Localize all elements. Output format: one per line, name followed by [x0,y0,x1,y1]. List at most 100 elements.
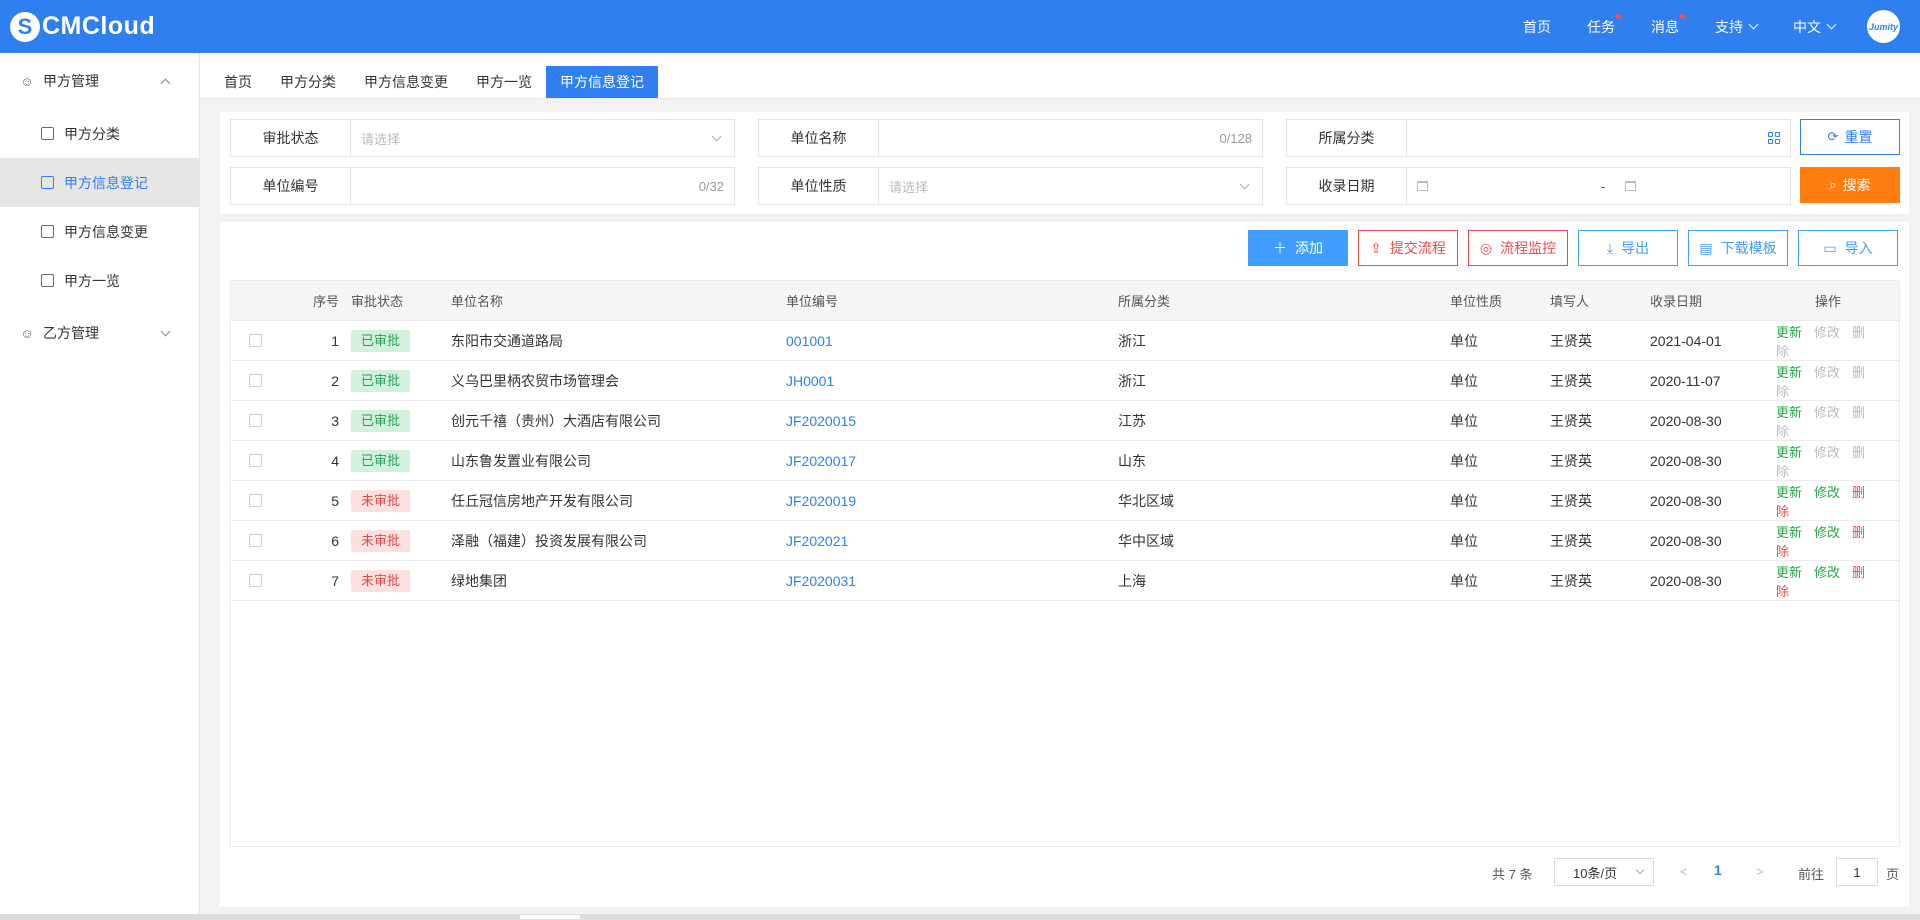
search-button[interactable]: ⌕ 搜索 [1800,167,1900,203]
name-input[interactable]: 0/128 [879,120,1262,156]
topnav-support[interactable]: 支持 [1715,17,1759,37]
edit-button[interactable]: 修改 [1814,365,1840,380]
writer: 王贤英 [1550,412,1592,429]
date-range-picker[interactable]: - [1407,168,1790,204]
status-badge: 未审批 [351,489,411,512]
status-select[interactable]: 请选择 [351,120,734,156]
sidebar-item-change[interactable]: 甲方信息变更 [0,207,199,256]
edit-button[interactable]: 修改 [1814,525,1840,540]
status-filter: 审批状态 请选择 [230,119,735,157]
reset-label: 重置 [1844,129,1873,145]
scrollbar-thumb[interactable] [520,915,580,919]
goto-page-input[interactable]: 1 [1836,858,1878,886]
unit-code-link[interactable]: JH0001 [786,373,1118,389]
sidebar-item-category[interactable]: 甲方分类 [0,109,199,158]
update-button[interactable]: 更新 [1776,485,1802,500]
unit-code-link[interactable]: JF2020017 [786,453,1118,469]
tab-home[interactable]: 首页 [210,66,266,98]
id-card-icon [41,274,54,287]
logo-icon: S [10,11,40,42]
sidebar-item-register[interactable]: 甲方信息登记 [0,158,199,207]
unit-category: 山东 [1118,452,1146,469]
unit-code-link[interactable]: JF2020031 [786,573,1118,589]
add-button[interactable]: ＋ 添加 [1248,230,1348,266]
export-button[interactable]: ⤓ 导出 [1578,230,1678,266]
logo[interactable]: S CMCloud [10,0,155,53]
unit-name: 义乌巴里柄农贸市场管理会 [451,372,619,389]
category-select[interactable] [1407,120,1790,156]
submit-flow-button[interactable]: ⇪ 提交流程 [1358,230,1458,266]
edit-button[interactable]: 修改 [1814,325,1840,340]
sidebar-group-party-b[interactable]: ☺ 乙方管理 [0,305,199,361]
code-input[interactable]: 0/32 [351,168,734,204]
record-date: 2020-08-30 [1650,572,1722,589]
download-template-button[interactable]: ▤ 下载模板 [1688,230,1788,266]
avatar[interactable]: Jumity [1867,10,1900,43]
unit-category: 华北区域 [1118,492,1174,509]
current-page[interactable]: 1 [1714,862,1722,878]
update-button[interactable]: 更新 [1776,405,1802,420]
reset-button[interactable]: ⟳ 重置 [1800,119,1900,155]
sidebar-group-party-a[interactable]: ☺ 甲方管理 [0,53,199,109]
topnav-messages[interactable]: 消息 [1651,13,1685,37]
row-no: 5 [331,492,339,509]
refresh-icon: ⟳ [1827,129,1839,144]
record-date: 2020-08-30 [1650,532,1722,549]
tab-overview[interactable]: 甲方一览 [462,66,546,98]
page-suffix: 页 [1886,867,1900,882]
table-header: 序号 审批状态 单位名称 单位编号 所属分类 单位性质 填写人 收录日期 操作 [231,281,1899,321]
top-bar: S CMCloud 首页 任务 消息 支持 中文 Jumity [0,0,1920,53]
update-button[interactable]: 更新 [1776,445,1802,460]
record-date: 2020-08-30 [1650,452,1722,469]
submit-flow-label: 提交流程 [1389,240,1446,256]
users-icon: ☺ [20,73,34,89]
row-checkbox-cell [231,494,262,507]
tab-change[interactable]: 甲方信息变更 [350,66,462,98]
sidebar-group-label: 乙方管理 [43,325,99,341]
unit-code-link[interactable]: JF202021 [786,533,1118,549]
edit-button[interactable]: 修改 [1814,405,1840,420]
sidebar-item-overview[interactable]: 甲方一览 [0,256,199,305]
header-date: 收录日期 [1650,294,1703,309]
nature-select[interactable]: 请选择 [879,168,1262,204]
nature-filter: 单位性质 请选择 [758,167,1263,205]
row-checkbox-cell [231,334,262,347]
edit-button[interactable]: 修改 [1814,445,1840,460]
chevron-down-icon [1748,19,1759,30]
unit-code-link[interactable]: JF2020019 [786,493,1118,509]
header-nature: 单位性质 [1450,294,1503,309]
nature-placeholder: 请选择 [889,179,929,195]
prev-page-icon[interactable]: < [1680,864,1688,879]
unit-name: 任丘冠信房地产开发有限公司 [451,492,633,509]
unit-code-link[interactable]: JF2020015 [786,413,1118,429]
category-filter: 所属分类 [1286,119,1791,157]
update-button[interactable]: 更新 [1776,565,1802,580]
ops-cell: 更新 修改 删除 [1768,522,1888,560]
record-date: 2020-08-30 [1650,492,1722,509]
monitor-flow-button[interactable]: ◎ 流程监控 [1468,230,1568,266]
tab-category[interactable]: 甲方分类 [266,66,350,98]
unit-nature: 单位 [1450,452,1478,469]
topnav-tasks[interactable]: 任务 [1587,13,1621,37]
edit-button[interactable]: 修改 [1814,565,1840,580]
update-button[interactable]: 更新 [1776,325,1802,340]
header-code: 单位编号 [786,294,839,309]
page-size-select[interactable]: 10条/页 [1554,858,1654,886]
users-icon: ☺ [20,325,34,341]
tab-register[interactable]: 甲方信息登记 [546,66,658,98]
horizontal-scrollbar[interactable] [0,914,1920,920]
update-button[interactable]: 更新 [1776,525,1802,540]
writer: 王贤英 [1550,492,1592,509]
topnav-home[interactable]: 首页 [1523,17,1551,37]
import-button[interactable]: ▭ 导入 [1798,230,1898,266]
status-cell: 未审批 [351,489,451,512]
ops-cell: 更新 修改 删除 [1768,482,1888,520]
date-filter: 收录日期 - [1286,167,1791,205]
unit-code-link[interactable]: 001001 [786,333,1118,349]
edit-button[interactable]: 修改 [1814,485,1840,500]
table-body: 1 已审批 东阳市交通道路局 001001 浙江 单位 王贤英 2021-04-01 更新 修改删… [231,321,1899,601]
code-filter-label: 单位编号 [231,168,351,204]
update-button[interactable]: 更新 [1776,365,1802,380]
language-select[interactable]: 中文 [1793,17,1837,37]
next-page-icon[interactable]: > [1756,864,1764,879]
